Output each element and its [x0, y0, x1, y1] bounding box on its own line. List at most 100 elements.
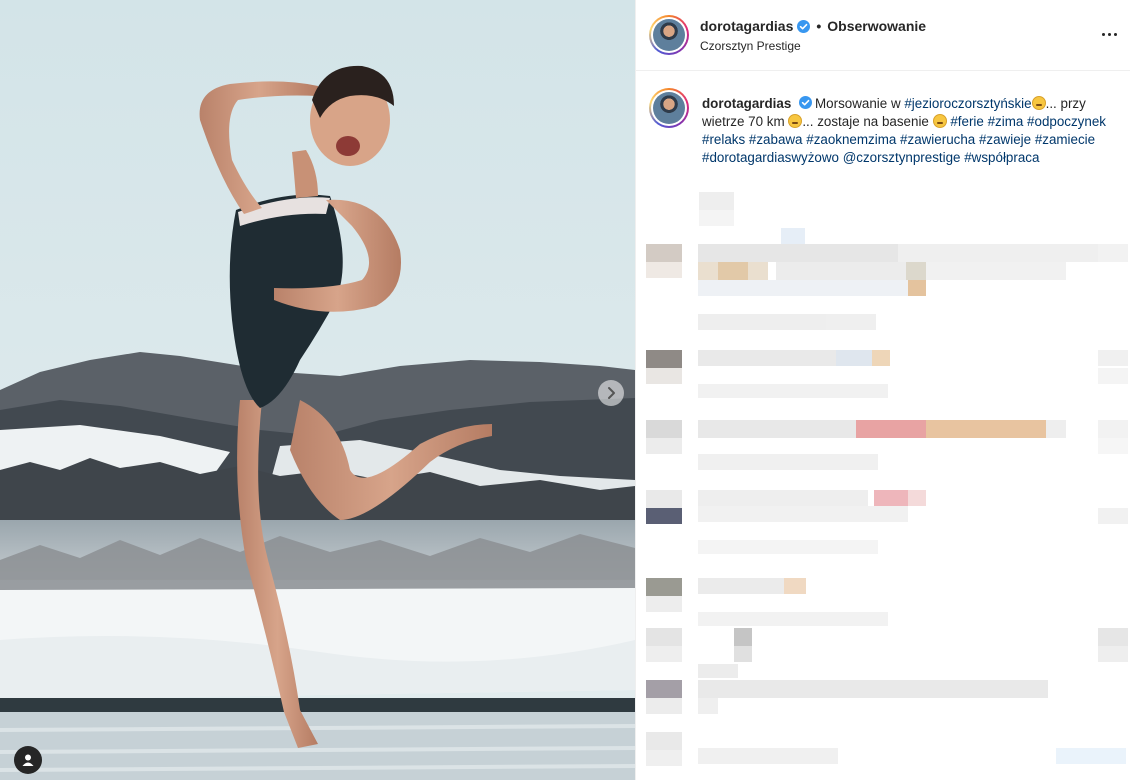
blurred-block: [784, 578, 806, 594]
hashtag-link[interactable]: #zima: [988, 114, 1024, 129]
hashtag-link[interactable]: #jezioroczorsztyńskie: [904, 96, 1031, 111]
blurred-block: [698, 280, 908, 296]
blurred-block: [1056, 748, 1126, 764]
tagged-users-button[interactable]: [14, 746, 42, 774]
blurred-block: [698, 540, 878, 554]
blurred-block: [908, 280, 926, 296]
hashtag-link[interactable]: #zabawa: [749, 132, 803, 147]
hashtag-link[interactable]: #zawierucha: [900, 132, 975, 147]
blurred-block: [926, 262, 1066, 280]
blurred-block: [1046, 420, 1066, 438]
caption-username[interactable]: dorotagardias: [702, 96, 791, 111]
hashtag-link[interactable]: #relaks: [702, 132, 745, 147]
post-details-panel: dorotagardias • Obserwowanie Czorsztyn P…: [635, 0, 1130, 780]
blurred-block: [646, 698, 682, 714]
blurred-block: [698, 420, 858, 438]
blurred-block: [646, 420, 682, 438]
blurred-block: [698, 384, 888, 398]
blurred-block: [1098, 244, 1128, 262]
blurred-block: [898, 244, 1098, 262]
blurred-block: [781, 228, 805, 244]
avatar-image: [653, 92, 685, 124]
separator-dot: •: [816, 18, 822, 34]
blurred-block: [698, 664, 738, 678]
blurred-block: [906, 262, 926, 280]
caption-avatar[interactable]: [649, 88, 689, 128]
blurred-block: [734, 628, 752, 646]
blurred-block: [908, 490, 926, 506]
verified-badge-icon: [799, 96, 813, 109]
blurred-block: [1098, 350, 1128, 366]
blurred-block: [646, 508, 682, 524]
blurred-block: [1098, 508, 1128, 524]
hashtag-link[interactable]: #zawieje: [979, 132, 1031, 147]
blurred-block: [836, 350, 872, 366]
hashtag-link[interactable]: #zamiecie: [1035, 132, 1095, 147]
caption-text-segment: Morsowanie w: [815, 96, 905, 111]
blurred-block: [856, 420, 926, 438]
blurred-block: [699, 192, 734, 210]
blurred-block: [699, 210, 734, 226]
hashtag-link[interactable]: #ferie: [950, 114, 984, 129]
smirk-emoji: [1031, 96, 1046, 110]
blurred-block: [646, 578, 682, 596]
blurred-block: [646, 750, 682, 766]
blurred-block: [698, 698, 718, 714]
more-options-icon[interactable]: [1098, 24, 1120, 44]
blurred-block: [698, 748, 838, 764]
blurred-block: [698, 680, 1048, 698]
hashtag-link[interactable]: #odpoczynek: [1027, 114, 1106, 129]
smirk-emoji: [788, 114, 803, 128]
blurred-block: [698, 314, 828, 330]
header-username[interactable]: dorotagardias: [700, 18, 793, 34]
verified-badge-icon: [797, 19, 811, 33]
blurred-block: [698, 506, 908, 522]
header-user-row: dorotagardias • Obserwowanie: [700, 18, 926, 34]
winter-lake-photo: [0, 0, 635, 780]
blurred-block: [776, 262, 906, 280]
blurred-block: [646, 646, 682, 662]
blurred-block: [646, 628, 682, 646]
user-tag-icon: [22, 754, 34, 766]
hashtag-link[interactable]: #współpraca: [964, 150, 1039, 165]
blurred-block: [698, 612, 888, 626]
blurred-block: [646, 262, 682, 278]
blurred-block: [1098, 368, 1128, 384]
blurred-block: [698, 454, 878, 470]
blurred-block: [718, 262, 748, 280]
hashtag-link[interactable]: #dorotagardiaswyżowo: [702, 150, 839, 165]
post-header: dorotagardias • Obserwowanie Czorsztyn P…: [636, 0, 1130, 71]
blurred-block: [698, 578, 798, 594]
blurred-block: [646, 732, 682, 750]
blurred-block: [872, 350, 890, 366]
blurred-block: [826, 314, 876, 330]
mention-link[interactable]: @czorsztynprestige: [843, 150, 961, 165]
next-photo-button[interactable]: [598, 380, 624, 406]
blurred-block: [646, 244, 682, 262]
blurred-block: [926, 420, 1046, 438]
caption-text: dorotagardias Morsowanie w #jezioroczors…: [702, 95, 1112, 167]
chevron-right-icon: [608, 387, 615, 399]
blurred-block: [698, 490, 868, 506]
blurred-block: [646, 350, 682, 368]
post-photo[interactable]: [0, 0, 635, 780]
caption-text-segment: ... zostaje na basenie: [802, 114, 933, 129]
grimace-emoji: [932, 114, 947, 128]
location-link[interactable]: Czorsztyn Prestige: [700, 39, 801, 53]
blurred-block: [646, 680, 682, 698]
blurred-block: [1098, 438, 1128, 454]
blurred-block: [646, 596, 682, 612]
blurred-block: [646, 368, 682, 384]
blurred-block: [1098, 628, 1128, 646]
hashtag-link[interactable]: #zaoknemzima: [806, 132, 896, 147]
blurred-block: [698, 244, 898, 262]
blurred-block: [646, 490, 682, 508]
blurred-block: [874, 490, 908, 506]
avatar-image: [653, 19, 685, 51]
following-button[interactable]: Obserwowanie: [827, 18, 926, 34]
blurred-block: [1098, 646, 1128, 662]
blurred-block: [646, 438, 682, 454]
avatar[interactable]: [649, 15, 689, 55]
blurred-block: [734, 646, 752, 662]
blurred-block: [1098, 420, 1128, 438]
